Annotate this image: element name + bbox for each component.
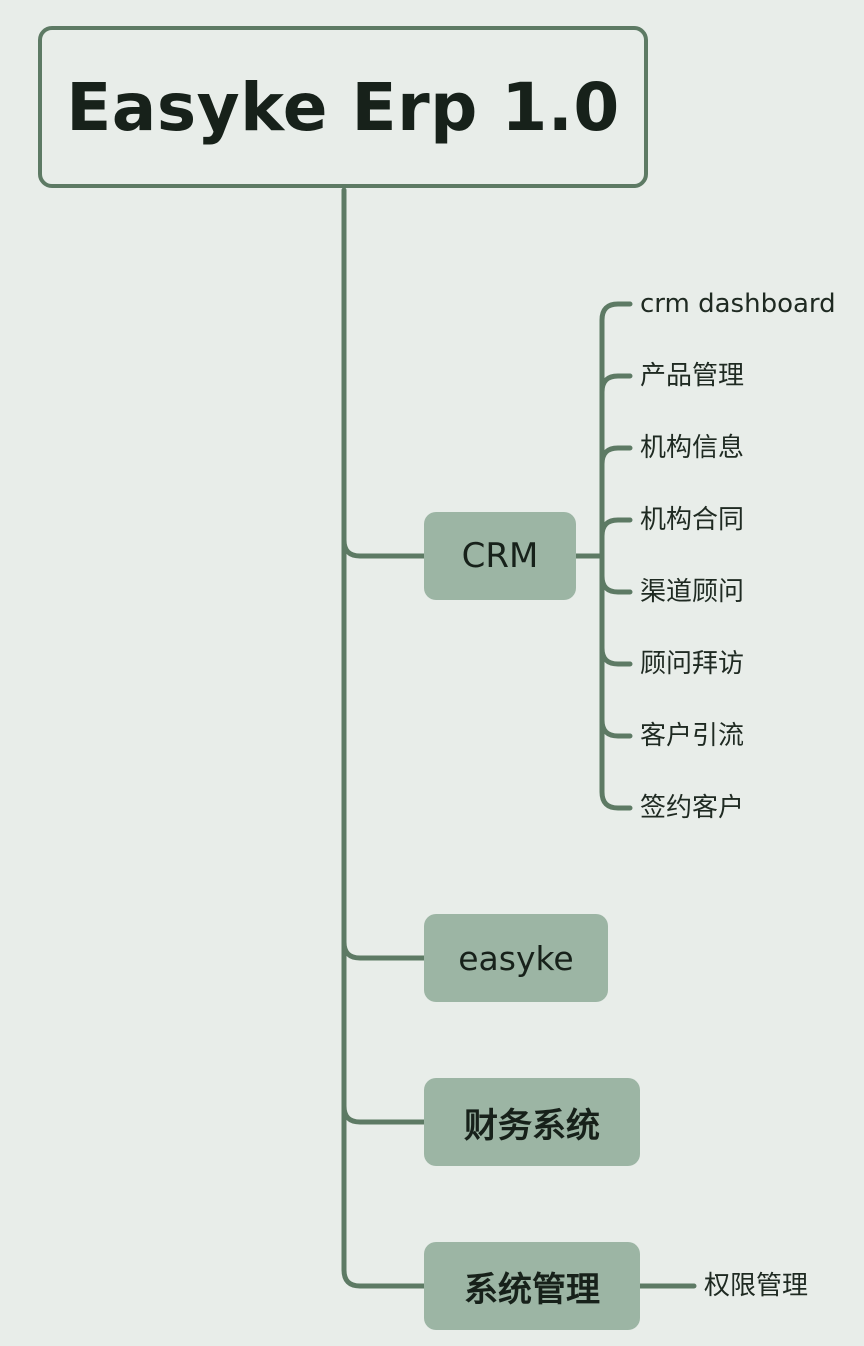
crm-tick-6 — [599, 645, 633, 667]
crm-tick-4 — [599, 517, 633, 539]
root-title: Easyke Erp 1.0 — [38, 26, 648, 188]
leaf-customer-leads: 客户引流 — [640, 721, 745, 751]
crm-tick-7 — [599, 717, 633, 739]
leaf-channel-advisor: 渠道顾问 — [640, 577, 745, 607]
leaf-signed-customers: 签约客户 — [640, 793, 745, 823]
leaf-institution-info: 机构信息 — [640, 433, 745, 463]
connector-easyke — [341, 939, 427, 961]
crm-tick-3 — [599, 445, 633, 467]
connector-crm — [341, 537, 427, 559]
crm-tick-2 — [599, 373, 633, 395]
branch-crm: CRM — [424, 512, 576, 600]
branch-finance-system: 财务系统 — [424, 1078, 640, 1166]
crm-tick-5 — [599, 573, 633, 595]
leaf-product-management: 产品管理 — [640, 361, 745, 391]
connector-finance — [341, 1103, 427, 1125]
leaf-permission-management: 权限管理 — [704, 1271, 809, 1301]
branch-easyke: easyke — [424, 914, 608, 1002]
leaf-crm-dashboard: crm dashboard — [640, 289, 836, 319]
branch-system-management: 系统管理 — [424, 1242, 640, 1330]
leaf-institution-contract: 机构合同 — [640, 505, 745, 535]
leaf-advisor-visit: 顾问拜访 — [640, 649, 745, 679]
